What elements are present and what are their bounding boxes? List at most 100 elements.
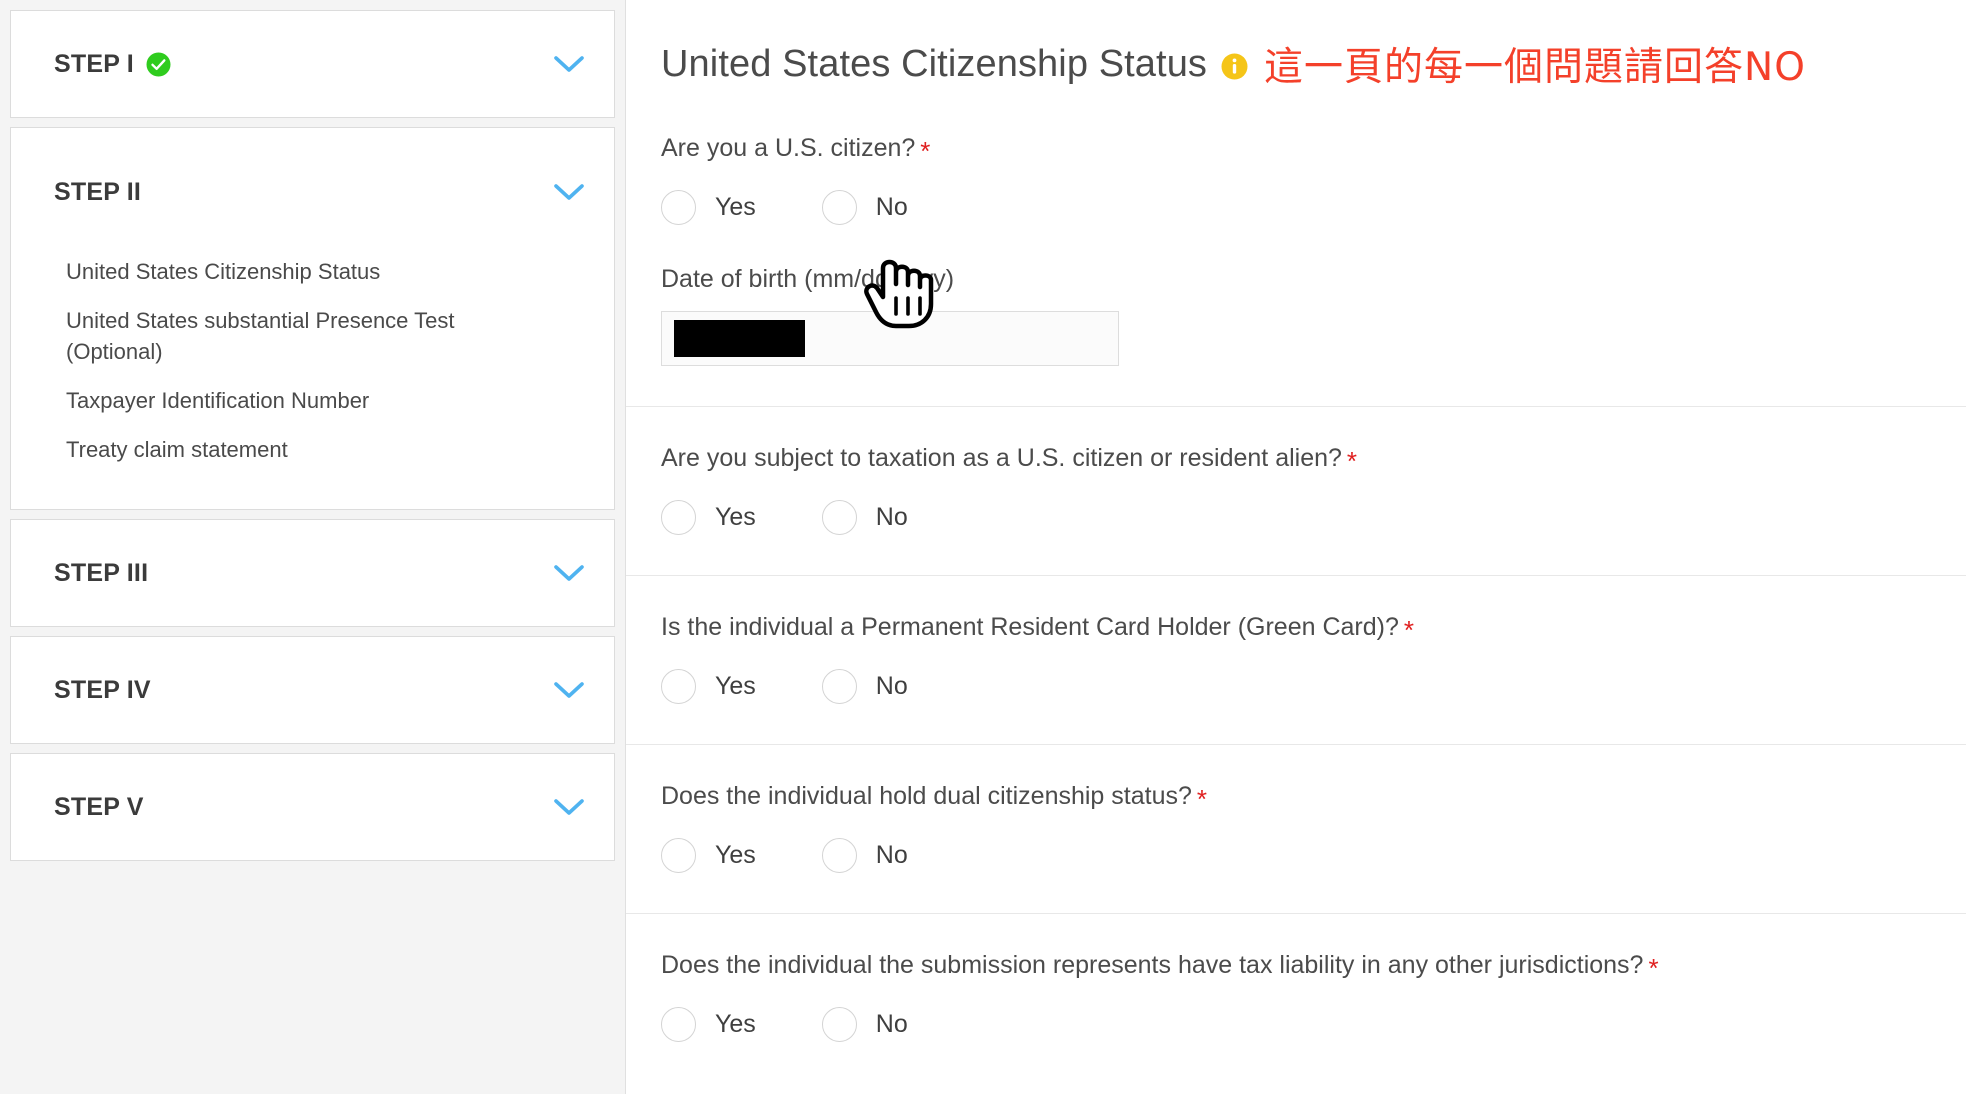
step-card-4: STEP IV bbox=[10, 636, 615, 744]
step-header-2[interactable]: STEP II bbox=[11, 128, 614, 256]
radio-circle-1-no[interactable] bbox=[821, 190, 857, 225]
question-block-4: Does the individual hold dual citizenshi… bbox=[626, 780, 1966, 873]
question-label-3: Is the individual a Permanent Resident C… bbox=[661, 613, 1399, 641]
question-block-3: Is the individual a Permanent Resident C… bbox=[626, 611, 1966, 704]
question-text-wrap-1: Are you a U.S. citizen? * bbox=[661, 132, 1931, 166]
radio-group-4: Yes No bbox=[661, 838, 1931, 873]
radio-label-2-no: No bbox=[875, 503, 908, 531]
radio-group-3: Yes No bbox=[661, 669, 1931, 704]
page-title: United States Citizenship Status bbox=[661, 42, 1208, 85]
radio-group-2: Yes No bbox=[661, 500, 1931, 535]
divider-2 bbox=[626, 575, 1966, 576]
green-check-icon bbox=[146, 52, 171, 77]
radio-label-1-no: No bbox=[875, 193, 908, 221]
step-2-sub-items: United States Citizenship Status United … bbox=[11, 256, 614, 509]
step-card-3: STEP III bbox=[10, 519, 615, 627]
sidebar-item-substantial-presence-test[interactable]: United States substantial Presence Test … bbox=[66, 305, 496, 367]
required-marker-4: * bbox=[1196, 784, 1208, 814]
radio-label-3-no: No bbox=[875, 672, 908, 700]
required-marker-1: * bbox=[920, 136, 931, 166]
date-of-birth-block: Date of birth (mm/dd/yyyy) bbox=[626, 265, 1966, 366]
step-header-3[interactable]: STEP III bbox=[11, 520, 614, 626]
step-card-5: STEP V bbox=[10, 753, 615, 861]
step-title-wrap-4: STEP IV bbox=[54, 676, 151, 705]
radio-circle-3-no[interactable] bbox=[821, 669, 857, 704]
step-title-wrap-1: STEP I bbox=[54, 50, 171, 79]
required-marker-2: * bbox=[1346, 446, 1358, 476]
date-of-birth-input[interactable] bbox=[661, 311, 1119, 366]
radio-circle-3-yes[interactable] bbox=[661, 669, 696, 704]
step-label-1: STEP I bbox=[54, 49, 134, 78]
radio-label-1-yes: Yes bbox=[715, 193, 756, 221]
required-marker-3: * bbox=[1403, 615, 1414, 645]
radio-option-4-yes[interactable]: Yes bbox=[661, 838, 756, 873]
chevron-down-icon-step-3[interactable] bbox=[552, 562, 586, 584]
radio-circle-2-yes[interactable] bbox=[661, 500, 696, 535]
radio-option-2-yes[interactable]: Yes bbox=[661, 500, 756, 535]
question-block-2: Are you subject to taxation as a U.S. ci… bbox=[626, 442, 1966, 535]
step-card-1: STEP I bbox=[10, 10, 615, 118]
radio-label-3-yes: Yes bbox=[715, 672, 756, 700]
content-inner: United States Citizenship Status 這一頁的每一個… bbox=[626, 0, 1966, 1042]
question-label-5: Does the individual the submission repre… bbox=[661, 951, 1644, 979]
divider-3 bbox=[626, 744, 1966, 745]
radio-circle-5-yes[interactable] bbox=[661, 1007, 696, 1042]
question-text-wrap-2: Are you subject to taxation as a U.S. ci… bbox=[661, 442, 1931, 476]
radio-group-1: Yes No bbox=[661, 190, 1931, 225]
steps-sidebar: STEP I STEP II United States Citizenship… bbox=[0, 0, 625, 1094]
sidebar-item-citizenship-status[interactable]: United States Citizenship Status bbox=[66, 256, 496, 287]
divider-1 bbox=[626, 406, 1966, 407]
radio-option-5-yes[interactable]: Yes bbox=[661, 1007, 756, 1042]
chevron-down-icon-step-5[interactable] bbox=[552, 796, 586, 818]
step-card-2: STEP II United States Citizenship Status… bbox=[10, 127, 615, 510]
radio-circle-5-no[interactable] bbox=[821, 1007, 857, 1042]
radio-option-1-no[interactable]: No bbox=[821, 190, 908, 225]
chevron-down-icon-step-2[interactable] bbox=[552, 181, 586, 203]
step-label-2: STEP II bbox=[54, 177, 142, 206]
question-label-4: Does the individual hold dual citizenshi… bbox=[661, 782, 1192, 810]
radio-label-4-no: No bbox=[875, 841, 908, 869]
step-header-1[interactable]: STEP I bbox=[11, 11, 614, 117]
radio-label-4-yes: Yes bbox=[715, 841, 756, 869]
sidebar-item-taxpayer-identification-number[interactable]: Taxpayer Identification Number bbox=[66, 385, 496, 416]
question-block-1: Are you a U.S. citizen? * Yes No bbox=[626, 132, 1966, 225]
step-label-5: STEP V bbox=[54, 792, 144, 821]
question-block-5: Does the individual the submission repre… bbox=[626, 949, 1966, 1042]
citizenship-status-page: STEP I STEP II United States Citizenship… bbox=[0, 0, 1966, 1094]
step-header-4[interactable]: STEP IV bbox=[11, 637, 614, 743]
radio-circle-2-no[interactable] bbox=[821, 500, 857, 535]
radio-option-3-no[interactable]: No bbox=[821, 669, 908, 704]
question-text-wrap-3: Is the individual a Permanent Resident C… bbox=[661, 611, 1931, 645]
question-text-wrap-4: Does the individual hold dual citizenshi… bbox=[661, 780, 1931, 814]
step-header-5[interactable]: STEP V bbox=[11, 754, 614, 860]
step-title-wrap-5: STEP V bbox=[54, 793, 144, 822]
question-text-wrap-5: Does the individual the submission repre… bbox=[661, 949, 1931, 983]
radio-option-3-yes[interactable]: Yes bbox=[661, 669, 756, 704]
radio-circle-4-yes[interactable] bbox=[661, 838, 696, 873]
question-label-2: Are you subject to taxation as a U.S. ci… bbox=[661, 444, 1342, 472]
step-label-3: STEP III bbox=[54, 558, 149, 587]
divider-4 bbox=[626, 913, 1966, 914]
chinese-annotation-text: 這一頁的每一個問題請回答NO bbox=[1264, 45, 1806, 90]
radio-option-4-no[interactable]: No bbox=[821, 838, 908, 873]
radio-option-1-yes[interactable]: Yes bbox=[661, 190, 756, 225]
chevron-down-icon-step-4[interactable] bbox=[552, 679, 586, 701]
date-of-birth-label: Date of birth (mm/dd/yyyy) bbox=[661, 265, 955, 293]
step-title-wrap-3: STEP III bbox=[54, 559, 148, 588]
form-content-panel: United States Citizenship Status 這一頁的每一個… bbox=[625, 0, 1966, 1094]
radio-circle-1-yes[interactable] bbox=[661, 190, 696, 225]
radio-option-5-no[interactable]: No bbox=[821, 1007, 908, 1042]
radio-label-5-no: No bbox=[875, 1010, 908, 1038]
radio-label-2-yes: Yes bbox=[715, 503, 756, 531]
info-circle-icon[interactable] bbox=[1221, 53, 1248, 80]
chevron-down-icon-step-1[interactable] bbox=[552, 53, 586, 75]
required-marker-5: * bbox=[1648, 953, 1659, 983]
radio-option-2-no[interactable]: No bbox=[821, 500, 908, 535]
radio-circle-4-no[interactable] bbox=[821, 838, 857, 873]
sidebar-item-treaty-claim-statement[interactable]: Treaty claim statement bbox=[66, 434, 496, 465]
